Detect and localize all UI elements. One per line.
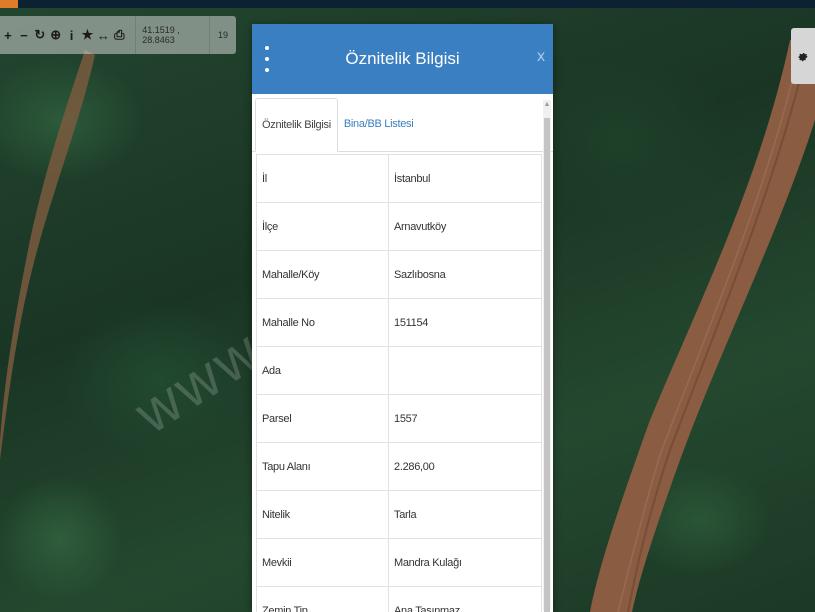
attr-value: Sazlıbosna [388, 250, 542, 299]
scrollbar-thumb[interactable] [544, 118, 550, 612]
attr-key: Ada [256, 346, 389, 395]
panel-tabs: Öznitelik Bilgisi Bina/BB Listesi [252, 94, 553, 152]
tab-attribute-info[interactable]: Öznitelik Bilgisi [255, 98, 338, 152]
attr-value: Ana Taşınmaz [388, 586, 542, 612]
road-track-right-2 [617, 69, 796, 612]
table-row: Mahalle No 151154 [256, 298, 542, 347]
attr-value: 2.286,00 [388, 442, 542, 491]
table-row: Mevkii Mandra Kulağı [256, 538, 542, 587]
table-row: Ada [256, 346, 542, 395]
attr-key: İl [256, 154, 389, 203]
attr-key: Zemin Tip [256, 586, 389, 612]
coordinates-readout: 41.1519 , 28.8463 [135, 16, 209, 54]
dirt-road-left [0, 50, 95, 612]
favorite-star-icon[interactable]: ★ [80, 16, 96, 54]
table-row: İlçe Arnavutköy [256, 202, 542, 251]
locate-icon[interactable]: ⊕ [48, 16, 64, 54]
top-bar [0, 0, 815, 8]
attr-key: Nitelik [256, 490, 389, 539]
map-toolbar: + − ↻ ⊕ i ★ ↔ ⎙ 41.1519 , 28.8463 19 [0, 16, 236, 54]
tab-building-list[interactable]: Bina/BB Listesi [338, 97, 419, 151]
attr-value: İstanbul [388, 154, 542, 203]
print-icon[interactable]: ⎙ [111, 16, 127, 54]
attr-value: 1557 [388, 394, 542, 443]
attr-key: Mevkii [256, 538, 389, 587]
close-icon[interactable]: x [537, 48, 545, 66]
zoom-in-icon[interactable]: + [0, 16, 16, 54]
table-row: Zemin Tip Ana Taşınmaz [256, 586, 542, 612]
attribute-table: İl İstanbul İlçe Arnavutköy Mahalle/Köy Saz… [256, 154, 542, 612]
zoom-level: 19 [209, 16, 236, 54]
attr-value [388, 346, 542, 395]
zoom-out-icon[interactable]: − [16, 16, 32, 54]
attr-value: Tarla [388, 490, 542, 539]
refresh-icon[interactable]: ↻ [32, 16, 48, 54]
settings-button[interactable] [791, 28, 815, 84]
gear-icon [798, 53, 808, 62]
attr-key: Mahalle/Köy [256, 250, 389, 299]
attribute-info-panel: Öznitelik Bilgisi x Öznitelik Bilgisi Bi… [252, 24, 553, 612]
attr-key: Parsel [256, 394, 389, 443]
dirt-road-right [590, 40, 815, 612]
table-row: İl İstanbul [256, 154, 542, 203]
attr-value: 151154 [388, 298, 542, 347]
panel-header: Öznitelik Bilgisi x [252, 24, 553, 94]
info-icon[interactable]: i [64, 16, 80, 54]
attr-key: İlçe [256, 202, 389, 251]
scroll-up-icon[interactable]: ▲ [543, 100, 551, 110]
measure-icon[interactable]: ↔ [95, 16, 111, 54]
attr-key: Mahalle No [256, 298, 389, 347]
table-row: Tapu Alanı 2.286,00 [256, 442, 542, 491]
road-track-right [627, 59, 806, 612]
attr-key: Tapu Alanı [256, 442, 389, 491]
table-row: Mahalle/Köy Sazlıbosna [256, 250, 542, 299]
attr-value: Mandra Kulağı [388, 538, 542, 587]
kebab-menu-icon[interactable] [262, 46, 272, 72]
attr-value: Arnavutköy [388, 202, 542, 251]
panel-title: Öznitelik Bilgisi [345, 49, 460, 68]
table-row: Parsel 1557 [256, 394, 542, 443]
table-row: Nitelik Tarla [256, 490, 542, 539]
top-bar-accent [0, 0, 18, 8]
